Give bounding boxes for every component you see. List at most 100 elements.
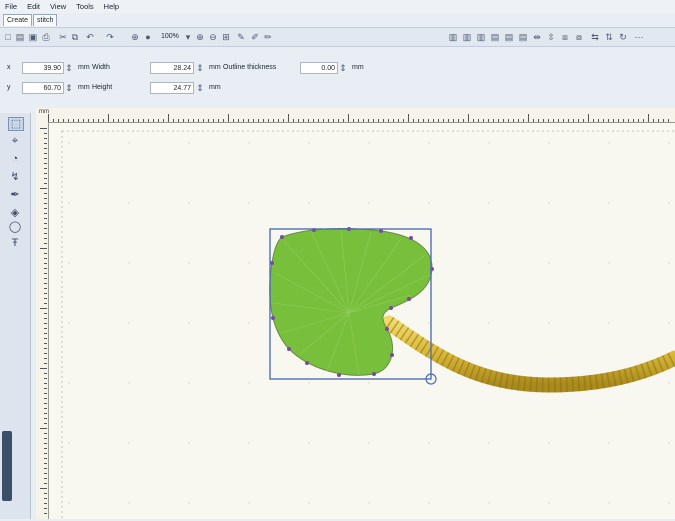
align-bottom-icon[interactable]: ▤ <box>518 32 528 42</box>
path-node[interactable] <box>305 361 309 365</box>
ruler-minor-tick <box>358 119 359 122</box>
save-icon[interactable]: ▣ <box>28 32 38 42</box>
menu-help[interactable]: Help <box>99 0 124 11</box>
open-folder-icon[interactable]: ▤ <box>15 32 25 42</box>
flip-h-icon[interactable]: ⇆ <box>590 32 600 42</box>
distribute-v-icon[interactable]: ⇳ <box>546 32 556 42</box>
ruler-minor-tick <box>44 233 47 234</box>
ruler-minor-tick <box>73 119 74 122</box>
distribute-h-icon[interactable]: ⇹ <box>532 32 542 42</box>
path-node[interactable] <box>372 372 376 376</box>
zoom-out-icon[interactable]: ⊖ <box>208 32 218 42</box>
rotate-icon[interactable]: ↻ <box>618 32 628 42</box>
zoom-level[interactable]: 100% <box>161 33 179 40</box>
cut-icon[interactable]: ✂ <box>58 32 68 42</box>
y-label: y <box>7 84 11 91</box>
x-position-field[interactable]: 39.90 <box>22 62 64 74</box>
new-file-icon[interactable]: □ <box>3 32 13 42</box>
path-node[interactable] <box>271 316 275 320</box>
ruler-minor-tick <box>44 218 47 219</box>
ruler-minor-tick <box>378 119 379 122</box>
ruler-minor-tick <box>488 119 489 122</box>
ruler-minor-tick <box>44 273 47 274</box>
y-spinner-icon[interactable]: ⇕ <box>64 83 74 93</box>
scrollbar-thumb[interactable] <box>2 431 12 501</box>
path-node[interactable] <box>409 236 413 240</box>
menu-edit[interactable]: Edit <box>22 0 45 11</box>
path-node[interactable] <box>280 235 284 239</box>
globe-icon[interactable]: ⊕ <box>130 32 140 42</box>
ruler-minor-tick <box>433 119 434 122</box>
zoom-dropdown-icon[interactable]: ▾ <box>183 32 193 42</box>
ruler-minor-tick <box>448 119 449 122</box>
ruler-major-tick <box>168 114 169 122</box>
text-tool-icon[interactable]: Ŧ <box>8 237 22 249</box>
redo-icon[interactable]: ↷ <box>105 32 115 42</box>
design-canvas[interactable] <box>49 123 675 519</box>
align-top-icon[interactable]: ▤ <box>490 32 500 42</box>
ruler-minor-tick <box>44 498 47 499</box>
brush-icon[interactable]: ✏ <box>263 32 273 42</box>
node-edit-tool-icon[interactable]: ⌖ <box>8 135 22 147</box>
height-field[interactable]: 24.77 <box>150 82 194 94</box>
print-icon[interactable]: ⎙ <box>41 32 51 42</box>
color-wheel-icon[interactable]: ● <box>143 32 153 42</box>
align-middle-icon[interactable]: ▤ <box>504 32 514 42</box>
ruler-minor-tick <box>44 388 47 389</box>
outline-spinner-icon[interactable]: ⇕ <box>338 63 348 73</box>
width-field[interactable]: 28.24 <box>150 62 194 74</box>
ruler-major-tick <box>40 188 47 189</box>
pen-tool-icon[interactable]: ✒ <box>8 189 22 201</box>
copy-icon[interactable]: ⧉ <box>70 32 80 42</box>
tool-palette: ⬚ ⌖ ◔ ↯ ✒ ◈ ◯ Ŧ <box>0 113 31 519</box>
ellipse-tool-icon[interactable]: ◯ <box>8 221 22 233</box>
ruler-minor-tick <box>328 119 329 122</box>
path-node[interactable] <box>385 327 389 331</box>
ruler-minor-tick <box>44 418 47 419</box>
ungroup-icon[interactable]: ⧇ <box>574 32 584 42</box>
ruler-minor-tick <box>208 119 209 122</box>
freehand-tool-icon[interactable]: ↯ <box>8 171 22 183</box>
pen-tool-icon[interactable]: ✎ <box>236 32 246 42</box>
align-center-icon[interactable]: ▥ <box>462 32 472 42</box>
ruler-minor-tick <box>44 263 47 264</box>
width-spinner-icon[interactable]: ⇕ <box>195 63 205 73</box>
ruler-minor-tick <box>44 483 47 484</box>
menu-view[interactable]: View <box>45 0 71 11</box>
menu-file[interactable]: File <box>0 0 22 11</box>
path-node[interactable] <box>390 353 394 357</box>
ruler-minor-tick <box>44 228 47 229</box>
zoom-fit-icon[interactable]: ⊞ <box>221 32 231 42</box>
height-spinner-icon[interactable]: ⇕ <box>195 83 205 93</box>
ruler-minor-tick <box>88 119 89 122</box>
select-tool-icon[interactable]: ⬚ <box>8 117 24 131</box>
ruler-minor-tick <box>44 463 47 464</box>
path-node[interactable] <box>389 306 393 310</box>
flip-v-icon[interactable]: ⇅ <box>604 32 614 42</box>
path-node[interactable] <box>407 297 411 301</box>
ruler-minor-tick <box>633 119 634 122</box>
pen-alt-icon[interactable]: ✐ <box>250 32 260 42</box>
path-node[interactable] <box>287 347 291 351</box>
ruler-minor-tick <box>68 119 69 122</box>
x-spinner-icon[interactable]: ⇕ <box>64 63 74 73</box>
align-right-icon[interactable]: ▥ <box>476 32 486 42</box>
group-icon[interactable]: ⧈ <box>560 32 570 42</box>
ruler-minor-tick <box>193 119 194 122</box>
outline-thickness-field[interactable]: 0.00 <box>300 62 338 74</box>
zoom-in-icon[interactable]: ⊕ <box>195 32 205 42</box>
path-node[interactable] <box>337 373 341 377</box>
ruler-minor-tick <box>613 119 614 122</box>
ruler-minor-tick <box>618 119 619 122</box>
width-label: Width <box>92 64 110 71</box>
more-icon[interactable]: ⋯ <box>634 32 644 42</box>
tab-create[interactable]: Create <box>3 14 33 26</box>
shape-tool-icon[interactable]: ◔ <box>8 153 22 165</box>
undo-icon[interactable]: ↶ <box>85 32 95 42</box>
ruler-minor-tick <box>298 119 299 122</box>
align-left-icon[interactable]: ▥ <box>448 32 458 42</box>
tab-stitch[interactable]: stitch <box>33 14 58 26</box>
fill-tool-icon[interactable]: ◈ <box>8 207 22 219</box>
y-position-field[interactable]: 60.70 <box>22 82 64 94</box>
menu-tools[interactable]: Tools <box>71 0 99 11</box>
